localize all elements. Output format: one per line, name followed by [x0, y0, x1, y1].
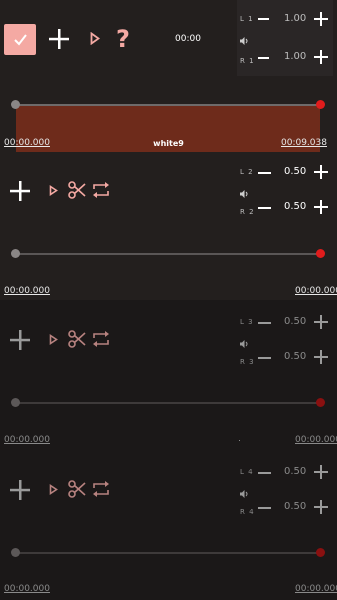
- play-icon[interactable]: [49, 185, 58, 196]
- timeline-start-handle-4[interactable]: [11, 548, 20, 557]
- volume-left-value: 0.50: [284, 466, 307, 477]
- volume-left-value: 1.00: [284, 13, 307, 24]
- volume-left-label: L 2: [240, 168, 254, 176]
- volume-right-increase[interactable]: [314, 350, 328, 364]
- volume-right-decrease[interactable]: [258, 207, 271, 209]
- volume-left-increase[interactable]: [314, 12, 328, 26]
- volume-right-label: R 1: [240, 57, 255, 65]
- start-time-2[interactable]: 00:00.000: [4, 286, 50, 296]
- volume-left-decrease[interactable]: [258, 472, 271, 474]
- end-time-1[interactable]: 00:09.038: [281, 138, 327, 148]
- add-clip-button[interactable]: [48, 28, 70, 50]
- play-icon[interactable]: [49, 334, 58, 345]
- current-time: 00:00: [175, 34, 201, 44]
- speaker-icon: [240, 190, 248, 198]
- speaker-icon: [240, 37, 248, 45]
- scissors-icon[interactable]: [67, 180, 87, 200]
- play-icon[interactable]: [49, 484, 58, 495]
- timeline-start-handle-3[interactable]: [11, 398, 20, 407]
- timeline-end-handle-1[interactable]: [316, 100, 325, 109]
- volume-right-increase[interactable]: [314, 200, 328, 214]
- timeline-start-handle-1[interactable]: [11, 100, 20, 109]
- speaker-icon: [240, 340, 248, 348]
- add-clip-button[interactable]: [9, 479, 31, 501]
- timeline-track-1[interactable]: [16, 104, 320, 106]
- volume-right-decrease[interactable]: [258, 507, 271, 509]
- timeline-end-handle-4[interactable]: [316, 548, 325, 557]
- volume-right-value: 1.00: [284, 51, 307, 62]
- volume-left-value: 0.50: [284, 166, 307, 177]
- volume-right-value: 0.50: [284, 501, 307, 512]
- volume-left-value: 0.50: [284, 316, 307, 327]
- volume-left-decrease[interactable]: [258, 172, 271, 174]
- timeline-track-3[interactable]: [16, 402, 320, 404]
- volume-right-decrease[interactable]: [258, 357, 271, 359]
- end-time-3[interactable]: 00:00.000: [295, 435, 337, 445]
- play-icon[interactable]: [90, 32, 100, 45]
- timeline-end-handle-2[interactable]: [316, 249, 325, 258]
- speaker-icon: [240, 490, 248, 498]
- volume-right-value: 0.50: [284, 201, 307, 212]
- loop-icon[interactable]: [91, 329, 111, 349]
- volume-left-decrease[interactable]: [258, 18, 269, 20]
- scissors-icon[interactable]: [67, 479, 87, 499]
- volume-right-value: 0.50: [284, 351, 307, 362]
- loop-icon[interactable]: [91, 479, 111, 499]
- volume-right-label: R 4: [240, 508, 255, 516]
- volume-right-label: R 3: [240, 358, 255, 366]
- volume-left-label: L 4: [240, 468, 254, 476]
- timeline-end-handle-3[interactable]: [316, 398, 325, 407]
- check-icon: [14, 34, 27, 46]
- volume-left-label: L 3: [240, 318, 254, 326]
- end-time-2[interactable]: 00:00.000: [295, 286, 337, 296]
- end-time-4[interactable]: 00:00.000: [295, 584, 337, 594]
- volume-left-increase[interactable]: [314, 165, 328, 179]
- loop-icon[interactable]: [91, 180, 111, 200]
- add-clip-button[interactable]: [9, 329, 31, 351]
- help-button[interactable]: ?: [116, 25, 130, 53]
- start-time-4[interactable]: 00:00.000: [4, 584, 50, 594]
- timeline-track-4[interactable]: [16, 552, 320, 554]
- volume-right-increase[interactable]: [314, 50, 328, 64]
- volume-left-label: L 1: [240, 15, 254, 23]
- stray-dot: [239, 440, 240, 441]
- timeline-track-2[interactable]: [16, 253, 320, 255]
- start-time-3[interactable]: 00:00.000: [4, 435, 50, 445]
- volume-right-label: R 2: [240, 208, 255, 216]
- start-time-1[interactable]: 00:00.000: [4, 138, 50, 148]
- timeline-start-handle-2[interactable]: [11, 249, 20, 258]
- volume-right-increase[interactable]: [314, 500, 328, 514]
- volume-left-increase[interactable]: [314, 315, 328, 329]
- track-enable-checkbox[interactable]: [4, 24, 36, 55]
- scissors-icon[interactable]: [67, 329, 87, 349]
- volume-left-decrease[interactable]: [258, 322, 271, 324]
- add-clip-button[interactable]: [9, 180, 31, 202]
- volume-right-decrease[interactable]: [258, 57, 269, 59]
- volume-left-increase[interactable]: [314, 465, 328, 479]
